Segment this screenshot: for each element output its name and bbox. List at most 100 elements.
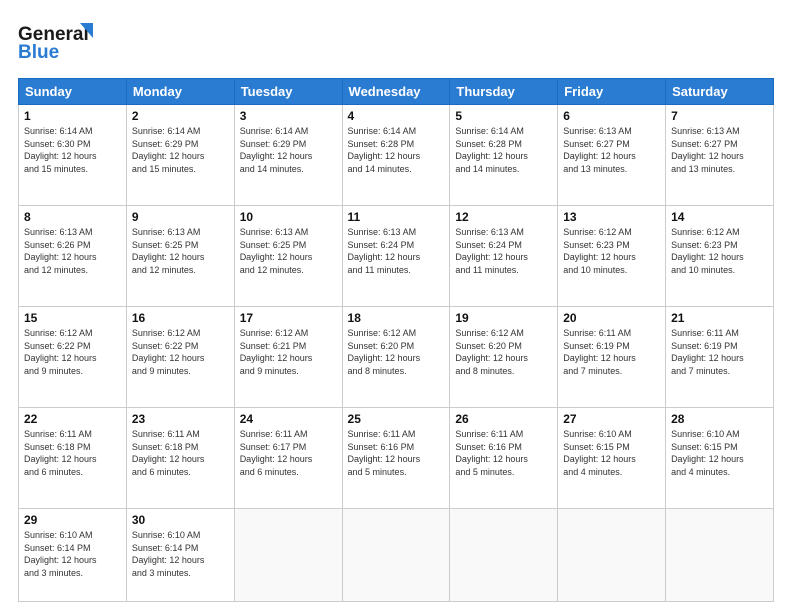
- day-number: 6: [563, 109, 660, 123]
- day-number: 20: [563, 311, 660, 325]
- day-number: 24: [240, 412, 337, 426]
- calendar-cell: 22 Sunrise: 6:11 AM Sunset: 6:18 PM Dayl…: [19, 408, 127, 509]
- day-info: Sunrise: 6:11 AM Sunset: 6:16 PM Dayligh…: [348, 428, 445, 478]
- calendar-cell: 9 Sunrise: 6:13 AM Sunset: 6:25 PM Dayli…: [126, 206, 234, 307]
- day-number: 5: [455, 109, 552, 123]
- day-info: Sunrise: 6:13 AM Sunset: 6:25 PM Dayligh…: [132, 226, 229, 276]
- calendar-header-sunday: Sunday: [19, 79, 127, 105]
- day-number: 4: [348, 109, 445, 123]
- page: General Blue SundayMondayTuesdayWednesda…: [0, 0, 792, 612]
- calendar-cell: 11 Sunrise: 6:13 AM Sunset: 6:24 PM Dayl…: [342, 206, 450, 307]
- calendar-cell: 24 Sunrise: 6:11 AM Sunset: 6:17 PM Dayl…: [234, 408, 342, 509]
- calendar-cell: [342, 509, 450, 602]
- calendar-cell: 17 Sunrise: 6:12 AM Sunset: 6:21 PM Dayl…: [234, 307, 342, 408]
- day-number: 28: [671, 412, 768, 426]
- day-number: 8: [24, 210, 121, 224]
- day-info: Sunrise: 6:11 AM Sunset: 6:19 PM Dayligh…: [563, 327, 660, 377]
- day-info: Sunrise: 6:14 AM Sunset: 6:30 PM Dayligh…: [24, 125, 121, 175]
- calendar-header-monday: Monday: [126, 79, 234, 105]
- day-info: Sunrise: 6:13 AM Sunset: 6:24 PM Dayligh…: [455, 226, 552, 276]
- day-info: Sunrise: 6:10 AM Sunset: 6:15 PM Dayligh…: [671, 428, 768, 478]
- calendar-header-tuesday: Tuesday: [234, 79, 342, 105]
- day-number: 21: [671, 311, 768, 325]
- calendar-cell: 21 Sunrise: 6:11 AM Sunset: 6:19 PM Dayl…: [666, 307, 774, 408]
- logo: General Blue: [18, 18, 108, 68]
- calendar-header-row: SundayMondayTuesdayWednesdayThursdayFrid…: [19, 79, 774, 105]
- calendar-cell: 6 Sunrise: 6:13 AM Sunset: 6:27 PM Dayli…: [558, 105, 666, 206]
- calendar-week-5: 29 Sunrise: 6:10 AM Sunset: 6:14 PM Dayl…: [19, 509, 774, 602]
- calendar-cell: 14 Sunrise: 6:12 AM Sunset: 6:23 PM Dayl…: [666, 206, 774, 307]
- day-info: Sunrise: 6:11 AM Sunset: 6:17 PM Dayligh…: [240, 428, 337, 478]
- calendar-cell: 15 Sunrise: 6:12 AM Sunset: 6:22 PM Dayl…: [19, 307, 127, 408]
- calendar-header-friday: Friday: [558, 79, 666, 105]
- calendar-cell: 3 Sunrise: 6:14 AM Sunset: 6:29 PM Dayli…: [234, 105, 342, 206]
- day-number: 22: [24, 412, 121, 426]
- calendar-cell: 8 Sunrise: 6:13 AM Sunset: 6:26 PM Dayli…: [19, 206, 127, 307]
- calendar-cell: 23 Sunrise: 6:11 AM Sunset: 6:18 PM Dayl…: [126, 408, 234, 509]
- day-info: Sunrise: 6:14 AM Sunset: 6:29 PM Dayligh…: [132, 125, 229, 175]
- calendar-cell: 10 Sunrise: 6:13 AM Sunset: 6:25 PM Dayl…: [234, 206, 342, 307]
- day-info: Sunrise: 6:14 AM Sunset: 6:28 PM Dayligh…: [348, 125, 445, 175]
- day-info: Sunrise: 6:10 AM Sunset: 6:15 PM Dayligh…: [563, 428, 660, 478]
- day-info: Sunrise: 6:13 AM Sunset: 6:25 PM Dayligh…: [240, 226, 337, 276]
- logo-svg: General Blue: [18, 18, 108, 63]
- calendar-cell: 20 Sunrise: 6:11 AM Sunset: 6:19 PM Dayl…: [558, 307, 666, 408]
- day-info: Sunrise: 6:10 AM Sunset: 6:14 PM Dayligh…: [132, 529, 229, 579]
- calendar-cell: 26 Sunrise: 6:11 AM Sunset: 6:16 PM Dayl…: [450, 408, 558, 509]
- calendar-cell: 19 Sunrise: 6:12 AM Sunset: 6:20 PM Dayl…: [450, 307, 558, 408]
- day-number: 12: [455, 210, 552, 224]
- calendar-cell: 1 Sunrise: 6:14 AM Sunset: 6:30 PM Dayli…: [19, 105, 127, 206]
- calendar-cell: 16 Sunrise: 6:12 AM Sunset: 6:22 PM Dayl…: [126, 307, 234, 408]
- calendar-week-1: 1 Sunrise: 6:14 AM Sunset: 6:30 PM Dayli…: [19, 105, 774, 206]
- calendar-cell: 28 Sunrise: 6:10 AM Sunset: 6:15 PM Dayl…: [666, 408, 774, 509]
- day-number: 30: [132, 513, 229, 527]
- header: General Blue: [18, 18, 774, 68]
- calendar-week-2: 8 Sunrise: 6:13 AM Sunset: 6:26 PM Dayli…: [19, 206, 774, 307]
- day-info: Sunrise: 6:11 AM Sunset: 6:18 PM Dayligh…: [24, 428, 121, 478]
- day-number: 18: [348, 311, 445, 325]
- day-info: Sunrise: 6:12 AM Sunset: 6:21 PM Dayligh…: [240, 327, 337, 377]
- day-info: Sunrise: 6:11 AM Sunset: 6:18 PM Dayligh…: [132, 428, 229, 478]
- day-number: 17: [240, 311, 337, 325]
- calendar-header-saturday: Saturday: [666, 79, 774, 105]
- calendar-cell: 4 Sunrise: 6:14 AM Sunset: 6:28 PM Dayli…: [342, 105, 450, 206]
- day-number: 23: [132, 412, 229, 426]
- day-number: 19: [455, 311, 552, 325]
- day-info: Sunrise: 6:14 AM Sunset: 6:28 PM Dayligh…: [455, 125, 552, 175]
- calendar-cell: 30 Sunrise: 6:10 AM Sunset: 6:14 PM Dayl…: [126, 509, 234, 602]
- calendar-cell: 5 Sunrise: 6:14 AM Sunset: 6:28 PM Dayli…: [450, 105, 558, 206]
- calendar-cell: [666, 509, 774, 602]
- calendar-cell: 27 Sunrise: 6:10 AM Sunset: 6:15 PM Dayl…: [558, 408, 666, 509]
- calendar-table: SundayMondayTuesdayWednesdayThursdayFrid…: [18, 78, 774, 602]
- day-number: 13: [563, 210, 660, 224]
- day-number: 16: [132, 311, 229, 325]
- calendar-cell: 29 Sunrise: 6:10 AM Sunset: 6:14 PM Dayl…: [19, 509, 127, 602]
- calendar-header-wednesday: Wednesday: [342, 79, 450, 105]
- calendar-cell: 12 Sunrise: 6:13 AM Sunset: 6:24 PM Dayl…: [450, 206, 558, 307]
- calendar-cell: 18 Sunrise: 6:12 AM Sunset: 6:20 PM Dayl…: [342, 307, 450, 408]
- day-info: Sunrise: 6:12 AM Sunset: 6:20 PM Dayligh…: [455, 327, 552, 377]
- svg-text:Blue: Blue: [18, 42, 59, 63]
- day-number: 1: [24, 109, 121, 123]
- day-number: 27: [563, 412, 660, 426]
- day-number: 15: [24, 311, 121, 325]
- day-info: Sunrise: 6:14 AM Sunset: 6:29 PM Dayligh…: [240, 125, 337, 175]
- day-number: 9: [132, 210, 229, 224]
- day-info: Sunrise: 6:12 AM Sunset: 6:23 PM Dayligh…: [563, 226, 660, 276]
- day-number: 11: [348, 210, 445, 224]
- day-number: 29: [24, 513, 121, 527]
- calendar-week-4: 22 Sunrise: 6:11 AM Sunset: 6:18 PM Dayl…: [19, 408, 774, 509]
- day-info: Sunrise: 6:10 AM Sunset: 6:14 PM Dayligh…: [24, 529, 121, 579]
- day-info: Sunrise: 6:13 AM Sunset: 6:26 PM Dayligh…: [24, 226, 121, 276]
- day-info: Sunrise: 6:11 AM Sunset: 6:16 PM Dayligh…: [455, 428, 552, 478]
- day-info: Sunrise: 6:12 AM Sunset: 6:22 PM Dayligh…: [24, 327, 121, 377]
- calendar-cell: [558, 509, 666, 602]
- day-number: 2: [132, 109, 229, 123]
- day-number: 7: [671, 109, 768, 123]
- calendar-cell: 13 Sunrise: 6:12 AM Sunset: 6:23 PM Dayl…: [558, 206, 666, 307]
- day-info: Sunrise: 6:13 AM Sunset: 6:27 PM Dayligh…: [563, 125, 660, 175]
- calendar-cell: 25 Sunrise: 6:11 AM Sunset: 6:16 PM Dayl…: [342, 408, 450, 509]
- day-number: 26: [455, 412, 552, 426]
- day-number: 14: [671, 210, 768, 224]
- day-info: Sunrise: 6:11 AM Sunset: 6:19 PM Dayligh…: [671, 327, 768, 377]
